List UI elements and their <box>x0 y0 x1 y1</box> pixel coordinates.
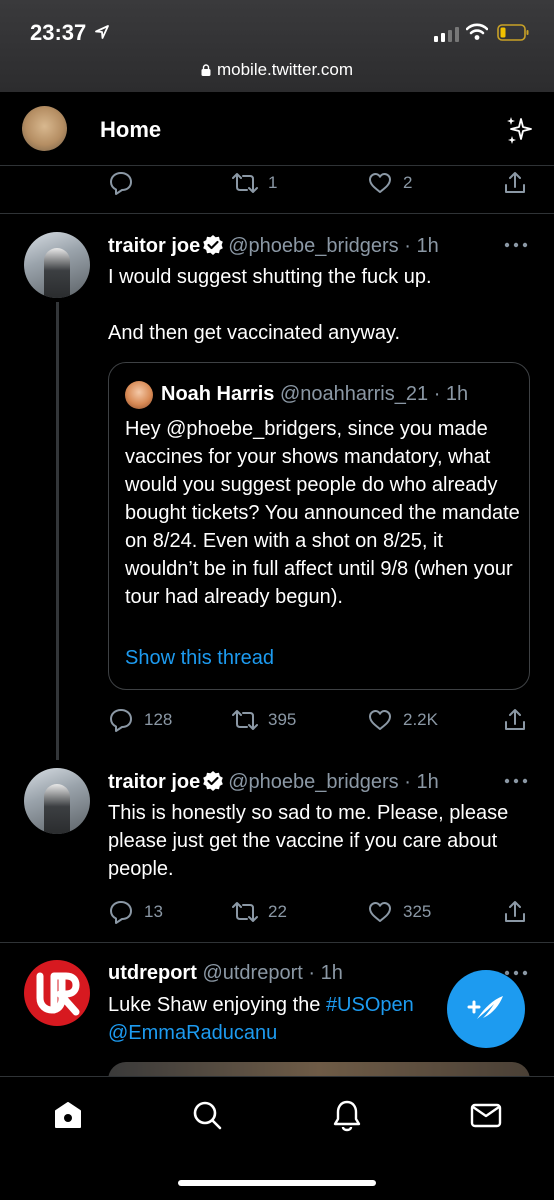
author-handle[interactable]: @utdreport <box>202 962 302 984</box>
share-button[interactable] <box>502 899 528 925</box>
reply-button[interactable]: 128 <box>108 707 172 733</box>
retweet-button[interactable]: 22 <box>232 899 287 925</box>
notifications-bell-icon <box>333 1100 361 1132</box>
quote-header: Noah Harris @noahharris_21 · 1h <box>161 383 468 406</box>
search-icon <box>193 1101 222 1130</box>
retweet-button[interactable]: 1 <box>232 170 277 196</box>
battery-icon <box>497 24 529 41</box>
utdreport-logo <box>36 972 80 1016</box>
heart-icon <box>369 710 391 730</box>
retweet-count: 395 <box>268 710 297 729</box>
avatar <box>125 381 153 409</box>
retweet-count: 22 <box>268 902 287 921</box>
share-icon <box>505 172 525 193</box>
lock-icon <box>201 64 211 76</box>
tweet-time: · 1h <box>404 771 439 793</box>
avatar[interactable] <box>24 960 90 1026</box>
like-count: 325 <box>403 902 432 921</box>
thread-connector-line <box>56 302 59 760</box>
quote-author-name: Noah Harris <box>161 383 275 405</box>
reply-icon <box>110 901 132 924</box>
tweet-header: utdreport @utdreport · 1h <box>108 962 343 985</box>
tweet-time: · 1h <box>308 962 343 984</box>
compose-tweet-button[interactable] <box>447 970 525 1048</box>
tweet-text: @EmmaRaducanu <box>108 1019 277 1047</box>
tweet-header: traitor joe @phoebe_bridgers · 1h <box>108 770 439 794</box>
tweet-text: This is honestly so sad to me. Please, p… <box>108 802 509 880</box>
url-text: mobile.twitter.com <box>216 60 354 79</box>
like-button[interactable]: 2 <box>367 170 412 196</box>
heart-icon <box>369 173 391 193</box>
status-time: 23:37 <box>30 20 87 45</box>
quote-tweet[interactable]: Noah Harris @noahharris_21 · 1h Hey @pho… <box>108 362 530 690</box>
author-name[interactable]: traitor joe <box>108 771 200 793</box>
like-button[interactable]: 325 <box>367 899 431 925</box>
quote-text: Hey @phoebe_bridgers, since you made vac… <box>125 418 520 608</box>
compose-feather-icon <box>467 996 503 1019</box>
heart-icon <box>369 902 391 922</box>
page-title: Home <box>100 117 162 142</box>
home-indicator <box>178 1180 376 1186</box>
app-header: Home <box>0 92 554 166</box>
hashtag-link[interactable]: #USOpen <box>326 994 414 1016</box>
tweet-time: · 1h <box>404 235 439 257</box>
nav-notifications[interactable] <box>329 1097 365 1133</box>
home-icon <box>55 1102 81 1128</box>
avatar[interactable] <box>24 768 90 834</box>
retweet-icon <box>232 173 258 193</box>
messages-envelope-icon <box>470 1103 502 1128</box>
more-options-icon[interactable] <box>503 777 529 785</box>
author-name[interactable]: traitor joe <box>108 235 200 257</box>
like-count: 2 <box>403 173 413 192</box>
divider <box>0 942 554 943</box>
author-handle[interactable]: @phoebe_bridgers <box>228 235 398 257</box>
reply-count: 13 <box>144 902 163 921</box>
show-thread-link[interactable]: Show this thread <box>125 647 274 670</box>
avatar[interactable] <box>22 106 67 151</box>
quote-time: · 1h <box>433 383 469 405</box>
location-arrow-icon <box>95 25 109 39</box>
share-icon <box>505 901 525 922</box>
reply-icon <box>110 709 132 732</box>
reply-button[interactable]: 13 <box>108 899 163 925</box>
share-button[interactable] <box>502 707 528 733</box>
status-bar: 23:37 mobile.twitter.com <box>0 0 554 92</box>
nav-messages[interactable] <box>468 1097 504 1133</box>
divider <box>0 213 554 214</box>
verified-badge-icon <box>203 771 224 791</box>
author-name[interactable]: utdreport <box>108 962 197 984</box>
signal-icon <box>434 26 459 42</box>
share-icon <box>505 709 525 730</box>
tweet-text: And then get vaccinated anyway. <box>108 322 401 344</box>
retweet-button[interactable]: 395 <box>232 707 296 733</box>
reply-button[interactable] <box>108 170 134 196</box>
share-button[interactable] <box>502 170 528 196</box>
reply-icon <box>110 172 132 195</box>
url-bar[interactable]: mobile.twitter.com <box>0 60 554 80</box>
avatar[interactable] <box>24 232 90 298</box>
reply-count: 128 <box>144 710 173 729</box>
mention-link[interactable]: @EmmaRaducanu <box>108 1022 277 1044</box>
nav-search[interactable] <box>189 1097 225 1133</box>
tweet-text: I would suggest shutting the fuck up. <box>108 266 432 288</box>
like-button[interactable]: 2.2K <box>367 707 438 733</box>
retweet-icon <box>232 710 258 730</box>
wifi-icon <box>466 23 488 40</box>
retweet-icon <box>232 902 258 922</box>
nav-home[interactable] <box>50 1097 86 1133</box>
quote-author-handle: @noahharris_21 <box>279 383 429 405</box>
retweet-count: 1 <box>268 173 278 192</box>
verified-badge-icon <box>203 235 224 255</box>
more-options-icon[interactable] <box>503 241 529 249</box>
sparkle-icon[interactable] <box>505 115 535 145</box>
author-handle[interactable]: @phoebe_bridgers <box>228 771 398 793</box>
tweet-text-plain: Luke Shaw enjoying the <box>108 994 326 1016</box>
like-count: 2.2K <box>403 710 438 729</box>
tweet-header: traitor joe @phoebe_bridgers · 1h <box>108 234 439 258</box>
